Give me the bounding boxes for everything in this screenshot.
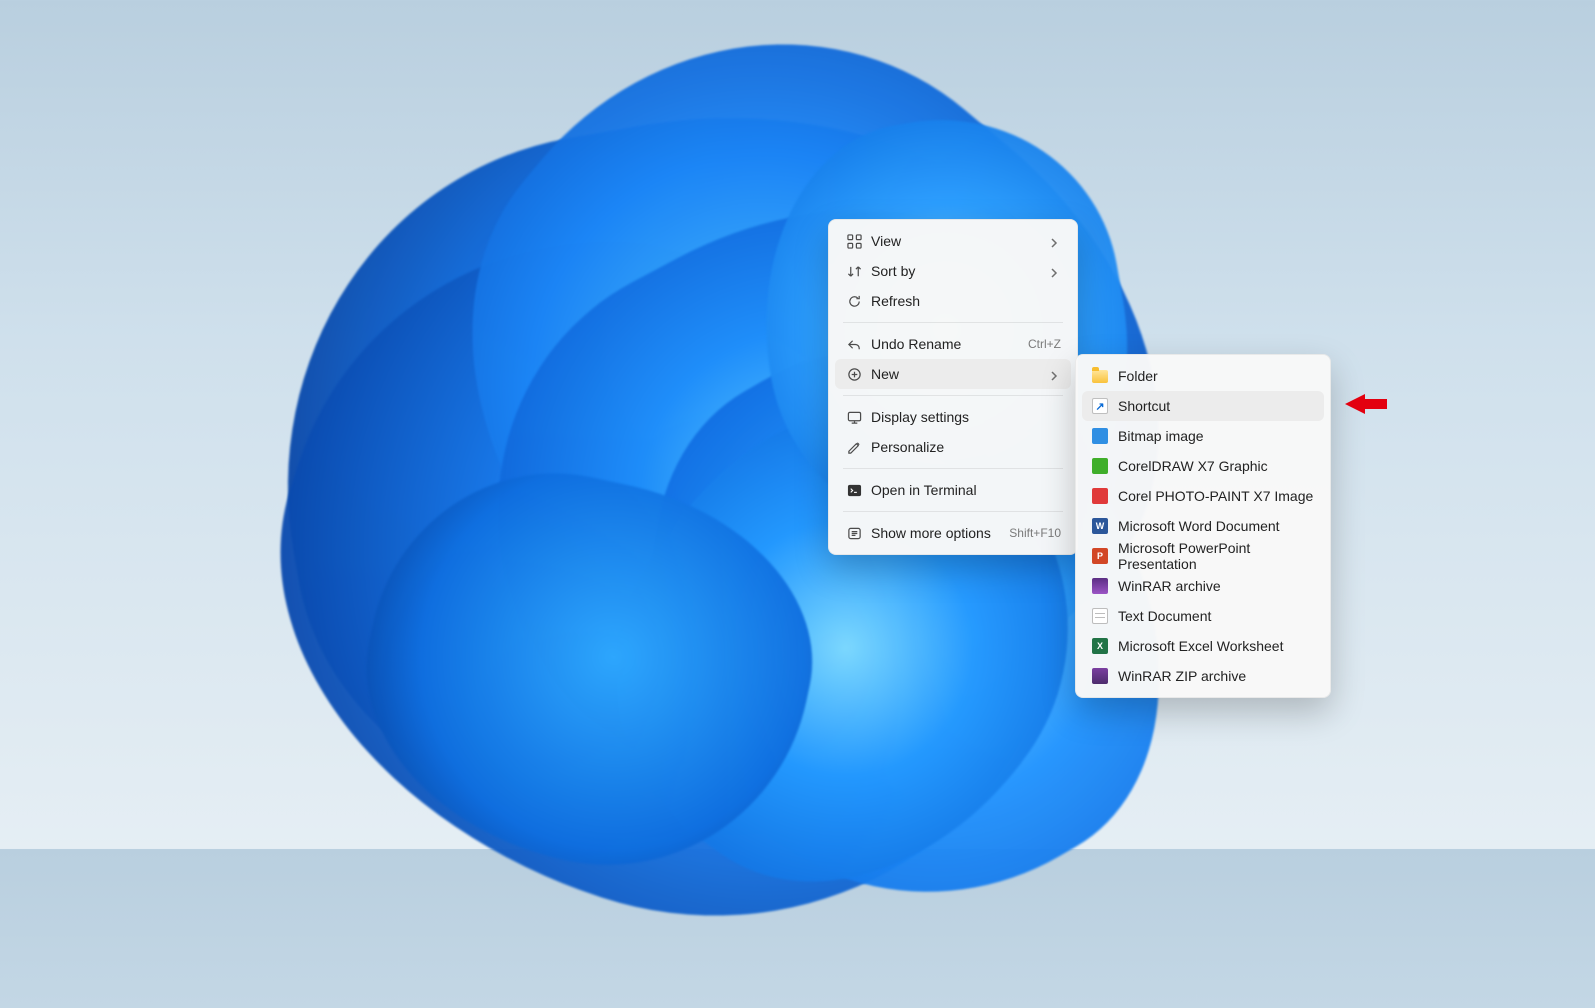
menu-label-new: New bbox=[865, 366, 1049, 382]
menu-label-view: View bbox=[865, 233, 1049, 249]
rar-icon bbox=[1090, 577, 1110, 595]
desktop-context-menu: View Sort by Refresh Undo R bbox=[828, 219, 1078, 555]
desktop-wallpaper bbox=[0, 0, 1595, 849]
terminal-icon bbox=[843, 481, 865, 499]
folder-icon bbox=[1090, 367, 1110, 385]
submenu-item-cpt[interactable]: Corel PHOTO-PAINT X7 Image bbox=[1082, 481, 1324, 511]
chevron-right-icon bbox=[1049, 265, 1061, 277]
submenu-label-shortcut: Shortcut bbox=[1110, 398, 1314, 414]
menu-shortcut-more: Shift+F10 bbox=[999, 526, 1061, 540]
grid-icon bbox=[843, 232, 865, 250]
menu-item-sort-by[interactable]: Sort by bbox=[835, 256, 1071, 286]
menu-item-display-settings[interactable]: Display settings bbox=[835, 402, 1071, 432]
menu-item-open-terminal[interactable]: Open in Terminal bbox=[835, 475, 1071, 505]
submenu-item-shortcut[interactable]: ↗ Shortcut bbox=[1082, 391, 1324, 421]
personalize-icon bbox=[843, 438, 865, 456]
submenu-label-rar: WinRAR archive bbox=[1110, 578, 1314, 594]
submenu-item-bitmap[interactable]: Bitmap image bbox=[1082, 421, 1324, 451]
submenu-item-folder[interactable]: Folder bbox=[1082, 361, 1324, 391]
submenu-item-docx[interactable]: W Microsoft Word Document bbox=[1082, 511, 1324, 541]
menu-item-new[interactable]: New bbox=[835, 359, 1071, 389]
cdr-icon bbox=[1090, 457, 1110, 475]
submenu-item-zip[interactable]: WinRAR ZIP archive bbox=[1082, 661, 1324, 691]
menu-item-undo-rename[interactable]: Undo Rename Ctrl+Z bbox=[835, 329, 1071, 359]
txt-icon bbox=[1090, 607, 1110, 625]
menu-label-personalize: Personalize bbox=[865, 439, 1061, 455]
menu-separator bbox=[843, 395, 1063, 396]
refresh-icon bbox=[843, 292, 865, 310]
menu-separator bbox=[843, 468, 1063, 469]
submenu-label-zip: WinRAR ZIP archive bbox=[1110, 668, 1314, 684]
zip-icon bbox=[1090, 667, 1110, 685]
submenu-label-bitmap: Bitmap image bbox=[1110, 428, 1314, 444]
submenu-label-txt: Text Document bbox=[1110, 608, 1314, 624]
menu-label-open-terminal: Open in Terminal bbox=[865, 482, 1061, 498]
menu-shortcut-undo: Ctrl+Z bbox=[1018, 337, 1061, 351]
submenu-label-pptx: Microsoft PowerPoint Presentation bbox=[1110, 540, 1314, 572]
menu-item-refresh[interactable]: Refresh bbox=[835, 286, 1071, 316]
menu-label-sort-by: Sort by bbox=[865, 263, 1049, 279]
docx-icon: W bbox=[1090, 517, 1110, 535]
menu-separator bbox=[843, 511, 1063, 512]
new-icon bbox=[843, 365, 865, 383]
chevron-right-icon bbox=[1049, 368, 1061, 380]
sort-icon bbox=[843, 262, 865, 280]
new-submenu: Folder ↗ Shortcut Bitmap image CorelDRAW… bbox=[1075, 354, 1331, 698]
shortcut-icon: ↗ bbox=[1090, 397, 1110, 415]
menu-item-view[interactable]: View bbox=[835, 226, 1071, 256]
menu-item-personalize[interactable]: Personalize bbox=[835, 432, 1071, 462]
pptx-icon: P bbox=[1090, 547, 1110, 565]
annotation-arrow bbox=[1345, 394, 1387, 414]
submenu-item-txt[interactable]: Text Document bbox=[1082, 601, 1324, 631]
chevron-right-icon bbox=[1049, 235, 1061, 247]
more-icon bbox=[843, 524, 865, 542]
menu-separator bbox=[843, 322, 1063, 323]
submenu-item-rar[interactable]: WinRAR archive bbox=[1082, 571, 1324, 601]
display-icon bbox=[843, 408, 865, 426]
cpt-icon bbox=[1090, 487, 1110, 505]
bmp-icon bbox=[1090, 427, 1110, 445]
undo-icon bbox=[843, 335, 865, 353]
submenu-item-xlsx[interactable]: X Microsoft Excel Worksheet bbox=[1082, 631, 1324, 661]
submenu-label-cpt: Corel PHOTO-PAINT X7 Image bbox=[1110, 488, 1314, 504]
menu-label-more-options: Show more options bbox=[865, 525, 999, 541]
submenu-label-folder: Folder bbox=[1110, 368, 1314, 384]
submenu-label-docx: Microsoft Word Document bbox=[1110, 518, 1314, 534]
menu-item-show-more-options[interactable]: Show more options Shift+F10 bbox=[835, 518, 1071, 548]
submenu-item-pptx[interactable]: P Microsoft PowerPoint Presentation bbox=[1082, 541, 1324, 571]
submenu-label-xlsx: Microsoft Excel Worksheet bbox=[1110, 638, 1314, 654]
xlsx-icon: X bbox=[1090, 637, 1110, 655]
submenu-item-cdr[interactable]: CorelDRAW X7 Graphic bbox=[1082, 451, 1324, 481]
menu-label-undo-rename: Undo Rename bbox=[865, 336, 1018, 352]
menu-label-display-settings: Display settings bbox=[865, 409, 1061, 425]
submenu-label-cdr: CorelDRAW X7 Graphic bbox=[1110, 458, 1314, 474]
menu-label-refresh: Refresh bbox=[865, 293, 1061, 309]
